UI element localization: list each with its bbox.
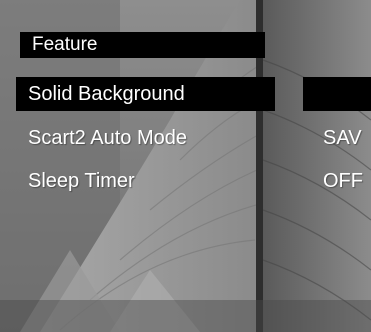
menu-title: Feature <box>20 32 265 58</box>
menu-item-sleep-timer[interactable]: Sleep Timer OFF <box>0 164 371 198</box>
menu-item-value <box>303 77 371 111</box>
menu-item-value: OFF <box>323 170 363 192</box>
menu-item-solid-background[interactable]: Solid Background <box>0 77 371 111</box>
tv-screen: Feature Solid Background Scart2 Auto Mod… <box>0 0 371 332</box>
menu-item-label: Sleep Timer <box>28 170 135 192</box>
menu-item-label: Solid Background <box>16 77 275 111</box>
menu-item-value: SAV <box>323 127 362 149</box>
menu-item-scart2-auto-mode[interactable]: Scart2 Auto Mode SAV <box>0 121 371 155</box>
menu-item-label: Scart2 Auto Mode <box>28 127 187 149</box>
